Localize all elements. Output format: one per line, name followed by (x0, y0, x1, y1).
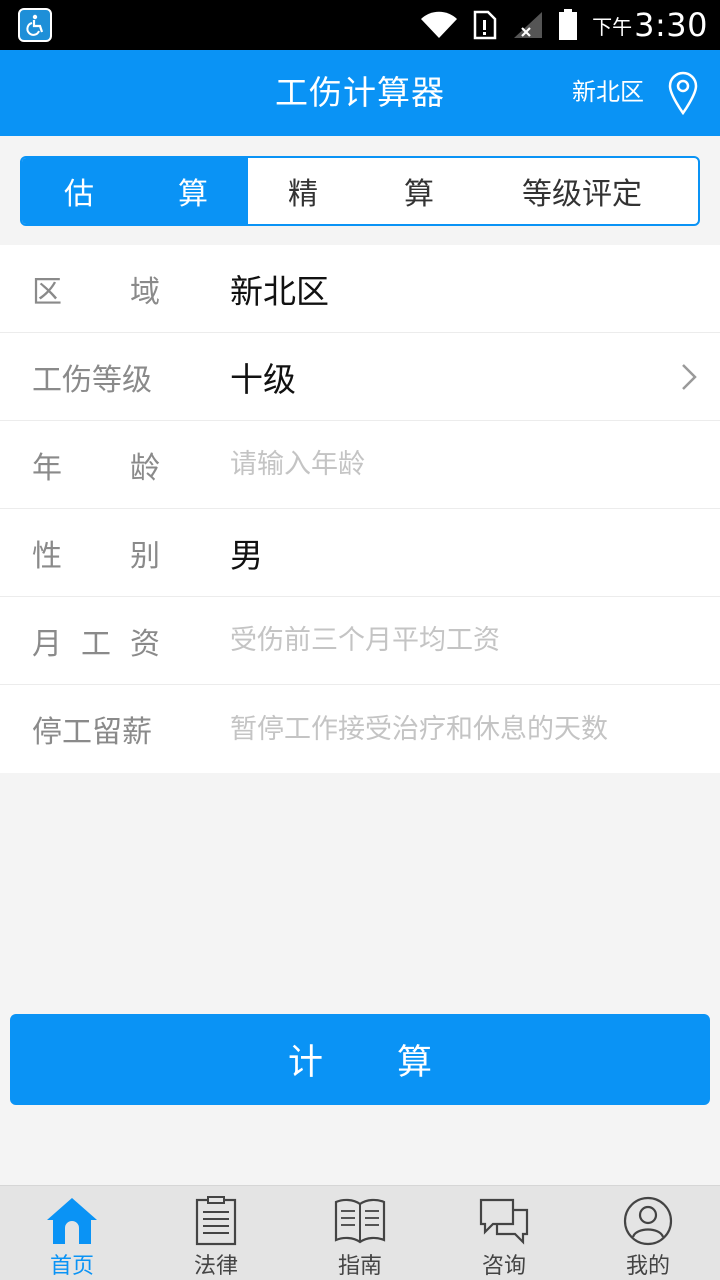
nav-guide[interactable]: 指南 (288, 1186, 432, 1280)
calculate-button[interactable]: 计 算 (10, 1014, 710, 1105)
calc-form: 区 域 新北区 工伤等级 十级 年 龄 性 别 男 月 工 资 (0, 245, 720, 773)
tab-estimate-char-1: 估 (64, 177, 94, 212)
gender-label: 性 别 (0, 531, 200, 575)
status-bar: 下午 3:30 (0, 0, 720, 50)
grade-label-text: 工伤等级 (32, 362, 152, 398)
chevron-right-icon (682, 364, 697, 390)
tab-precise-char-1: 精 (288, 177, 318, 212)
grade-row[interactable]: 工伤等级 十级 (0, 333, 720, 421)
suspension-days-input[interactable] (230, 713, 670, 745)
clock-time: 3:30 (634, 6, 708, 44)
grade-value: 十级 (230, 359, 296, 399)
consult-chat-icon (479, 1198, 529, 1245)
region-value: 新北区 (230, 271, 329, 311)
calculate-button-char-1: 计 (287, 1043, 323, 1083)
suspension-label-text: 停工留薪 (32, 715, 152, 750)
calc-mode-tabs: 估 算 精 算 等级评定 (20, 156, 700, 226)
gender-label-char-2: 别 (130, 538, 160, 574)
wifi-icon (421, 11, 458, 39)
bottom-nav: 首页 法律 指南 咨询 我的 (0, 1185, 720, 1280)
location-pin-icon (668, 71, 698, 115)
time-period: 下午 (592, 14, 633, 39)
region-label: 区 域 (0, 267, 200, 311)
nav-consult-label: 咨询 (481, 1254, 526, 1279)
tab-estimate-char-2: 算 (178, 177, 208, 212)
location-label: 新北区 (572, 77, 644, 106)
app-header: 工伤计算器 新北区 (0, 50, 720, 136)
nav-home[interactable]: 首页 (0, 1186, 144, 1280)
accessibility-app-icon (18, 8, 52, 42)
age-input[interactable] (230, 449, 670, 480)
suspension-label: 停工留薪 (0, 707, 200, 751)
region-label-char-1: 区 (32, 274, 62, 310)
nav-consult[interactable]: 咨询 (432, 1186, 576, 1280)
signal-icon (514, 12, 543, 38)
region-label-char-2: 域 (130, 274, 160, 310)
nav-profile-label: 我的 (625, 1254, 670, 1279)
nav-law-label: 法律 (193, 1254, 238, 1279)
tab-precise-char-2: 算 (404, 177, 434, 212)
nav-profile[interactable]: 我的 (576, 1186, 720, 1280)
location-selector[interactable]: 新北区 (572, 50, 698, 136)
nav-home-label: 首页 (49, 1254, 94, 1279)
battery-icon (559, 9, 578, 40)
salary-row: 月 工 资 (0, 597, 720, 685)
salary-label: 月 工 资 (0, 619, 200, 663)
age-label-char-1: 年 (32, 450, 62, 486)
tab-grade-assessment[interactable]: 等级评定 (476, 158, 698, 224)
tab-grade-label: 等级评定 (522, 177, 642, 212)
salary-input[interactable] (230, 625, 670, 656)
salary-label-char-3: 资 (130, 626, 160, 662)
age-label: 年 龄 (0, 443, 200, 487)
tab-precise[interactable]: 精 算 (248, 158, 476, 224)
salary-label-char-1: 月 (32, 626, 62, 662)
gender-value: 男 (230, 535, 263, 575)
law-document-icon (195, 1196, 237, 1246)
gender-row[interactable]: 性 别 男 (0, 509, 720, 597)
age-label-char-2: 龄 (130, 450, 160, 486)
sim-alert-icon (473, 10, 497, 40)
home-icon (47, 1198, 97, 1244)
profile-icon (623, 1196, 673, 1246)
guide-book-icon (334, 1198, 386, 1244)
grade-label: 工伤等级 (0, 355, 200, 399)
nav-guide-label: 指南 (337, 1254, 382, 1279)
tab-estimate[interactable]: 估 算 (22, 158, 248, 224)
gender-label-char-1: 性 (32, 538, 62, 574)
calculate-button-char-2: 算 (397, 1043, 433, 1083)
suspension-row: 停工留薪 (0, 685, 720, 773)
nav-law[interactable]: 法律 (144, 1186, 288, 1280)
salary-label-char-2: 工 (81, 626, 111, 662)
region-row[interactable]: 区 域 新北区 (0, 245, 720, 333)
age-row: 年 龄 (0, 421, 720, 509)
